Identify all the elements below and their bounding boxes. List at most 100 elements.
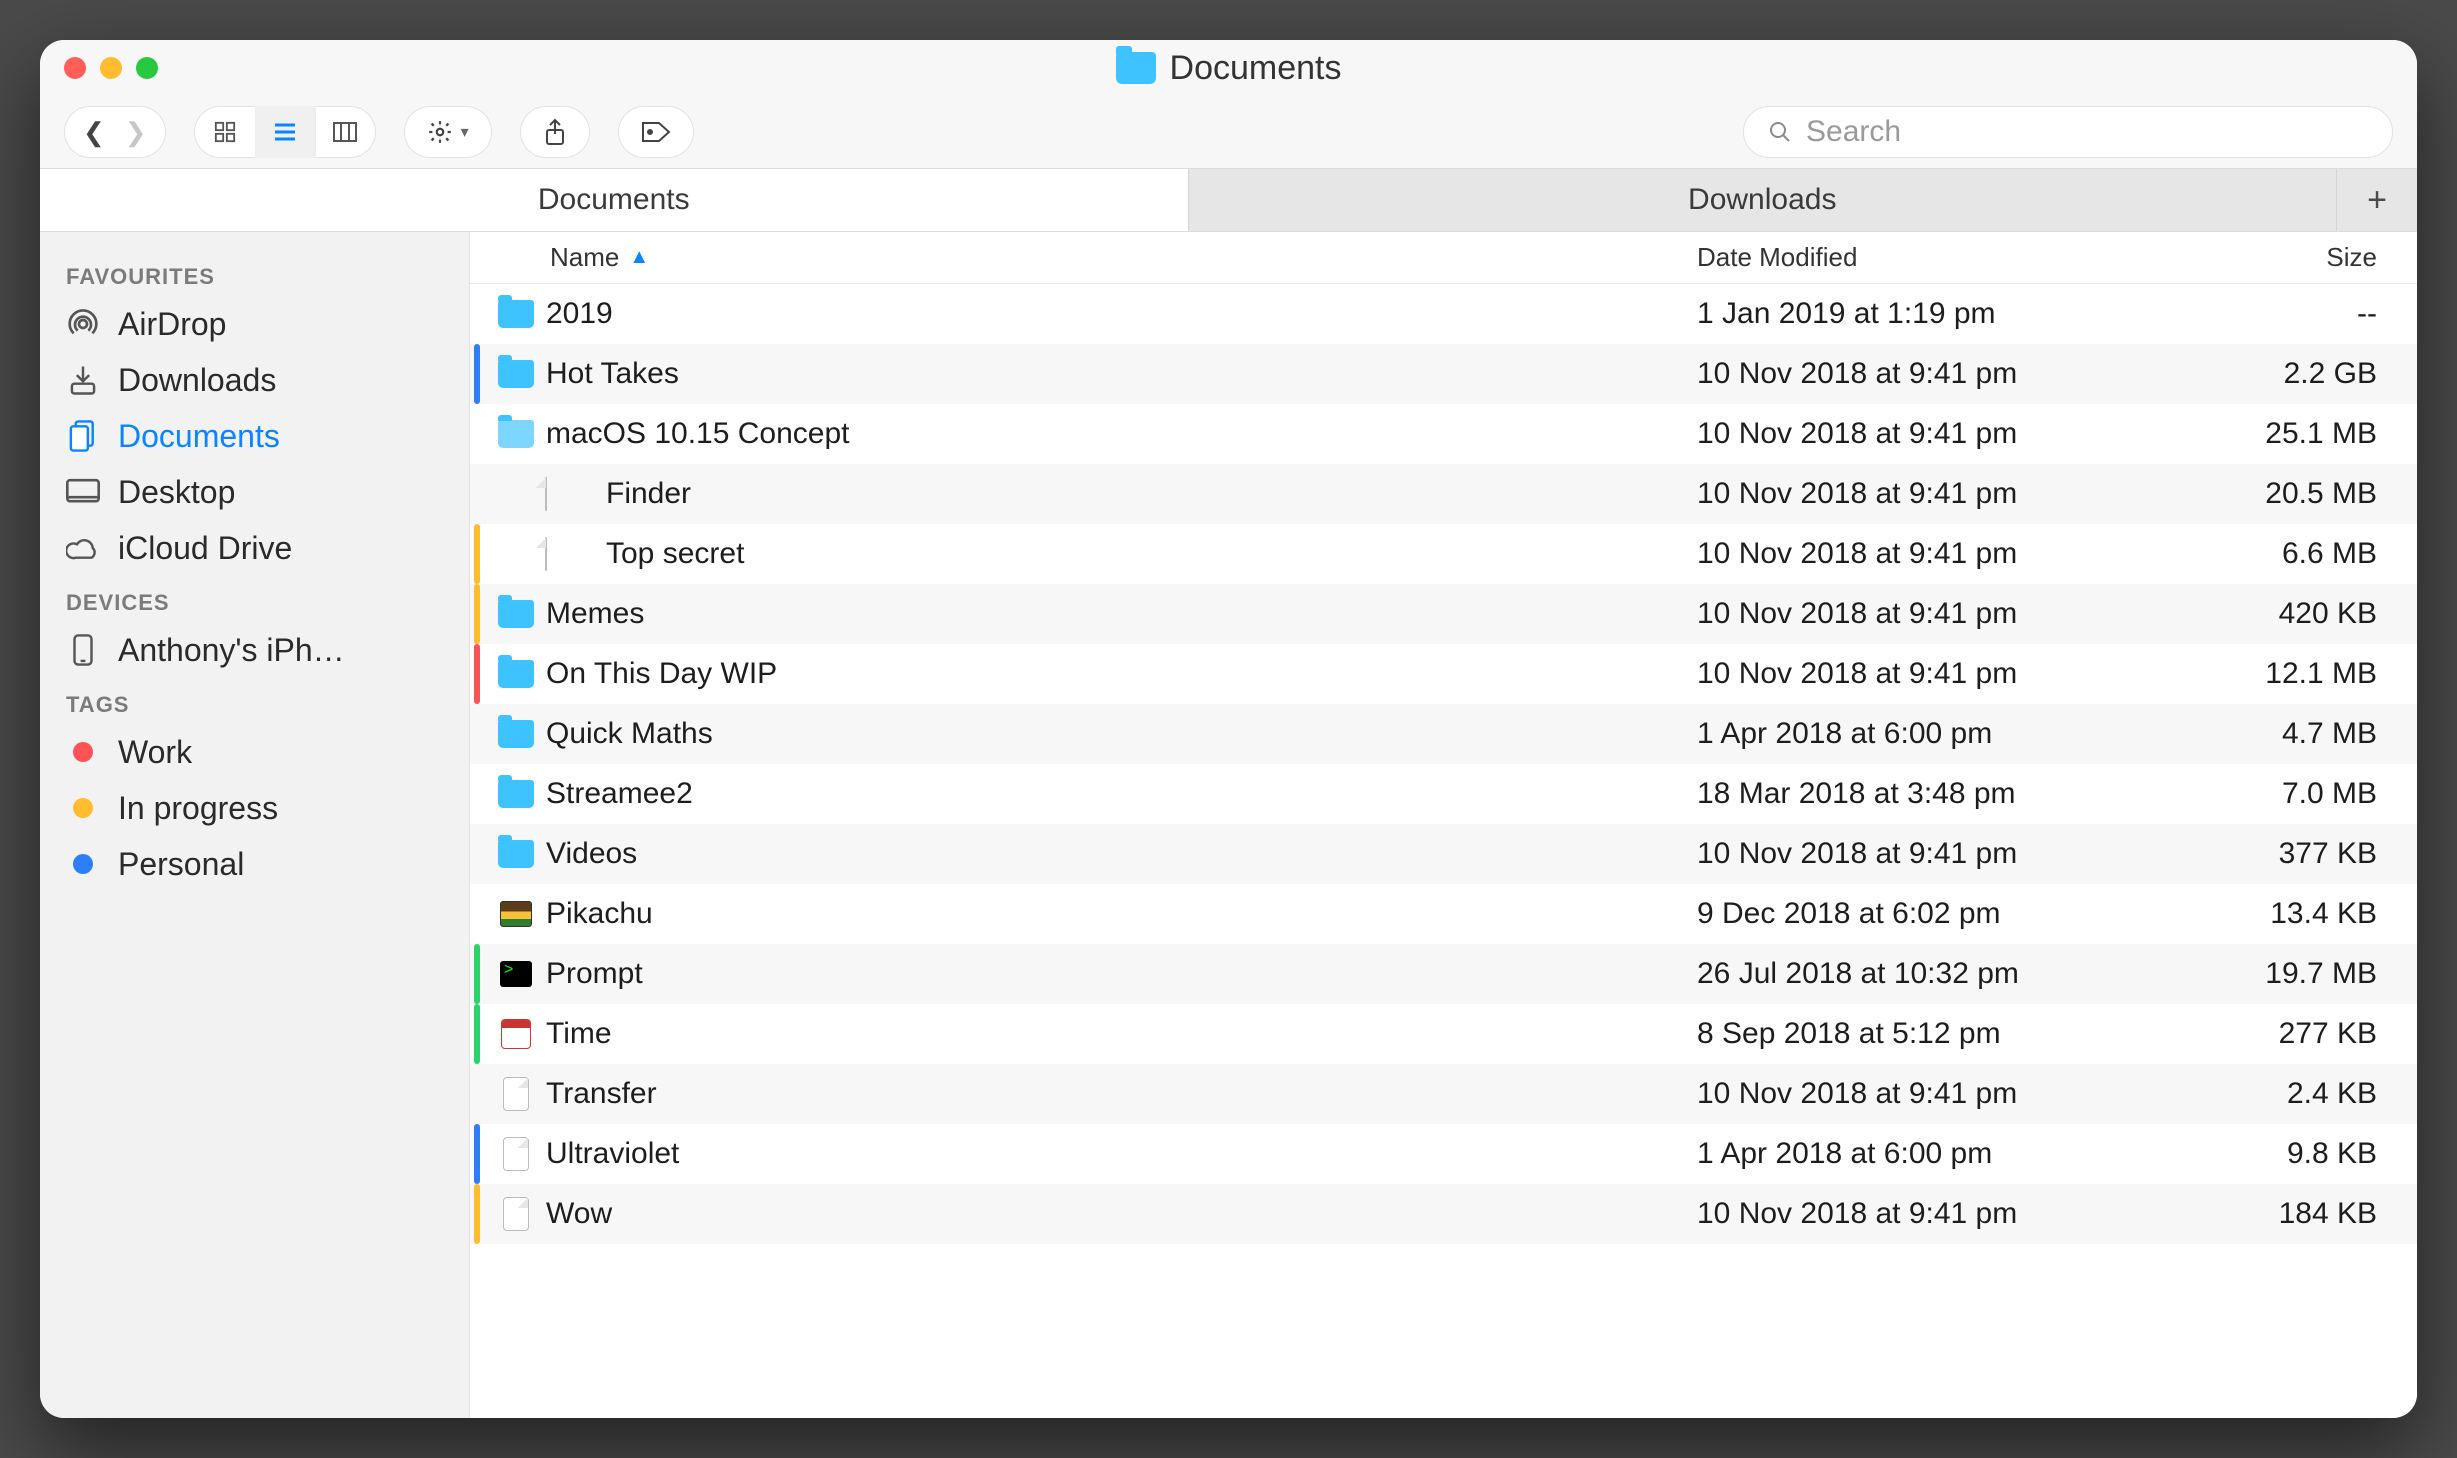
minimize-window-button[interactable] xyxy=(100,57,122,79)
file-row[interactable]: 20191 Jan 2019 at 1:19 pm-- xyxy=(470,284,2417,344)
new-tab-button[interactable]: + xyxy=(2337,169,2417,231)
airdrop-icon xyxy=(66,307,100,341)
sidebar-item-icloud-drive[interactable]: iCloud Drive xyxy=(40,520,469,576)
file-size: 4.7 MB xyxy=(2117,717,2377,751)
file-date: 10 Nov 2018 at 9:41 pm xyxy=(1697,657,2117,691)
file-name: 2019 xyxy=(546,297,613,331)
file-size: 12.1 MB xyxy=(2117,657,2377,691)
file-row[interactable]: On This Day WIP 10 Nov 2018 at 9:41 pm12.… xyxy=(470,644,2417,704)
calendar-icon xyxy=(501,1019,531,1049)
file-date: 10 Nov 2018 at 9:41 pm xyxy=(1697,357,2117,391)
sidebar-item-label: Work xyxy=(118,734,192,771)
phone-icon xyxy=(66,633,100,667)
file-name: Memes xyxy=(546,597,644,631)
toolbar: ❮ ❯ ▾ xyxy=(40,96,2417,168)
file-date: 26 Jul 2018 at 10:32 pm xyxy=(1697,957,2117,991)
folder-icon xyxy=(498,600,534,628)
file-name: Videos xyxy=(546,837,637,871)
tab-downloads[interactable]: Downloads xyxy=(1189,169,2338,231)
file-date: 10 Nov 2018 at 9:41 pm xyxy=(1697,1077,2117,1111)
tag-stripe xyxy=(474,284,480,344)
sidebar-item-label: iCloud Drive xyxy=(118,530,292,567)
sidebar-item-downloads[interactable]: Downloads xyxy=(40,352,469,408)
tag-stripe xyxy=(474,884,480,944)
tags-button[interactable] xyxy=(618,106,694,158)
file-row[interactable]: Wow10 Nov 2018 at 9:41 pm184 KB xyxy=(470,1184,2417,1244)
folder-icon xyxy=(498,780,534,808)
sidebar-device[interactable]: Anthony's iPh… xyxy=(40,622,469,678)
icon-view-button[interactable] xyxy=(195,106,255,158)
sidebar-item-label: Downloads xyxy=(118,362,276,399)
file-row[interactable]: macOS 10.15 Concept10 Nov 2018 at 9:41 p… xyxy=(470,404,2417,464)
file-row[interactable]: Ultraviolet1 Apr 2018 at 6:00 pm9.8 KB xyxy=(470,1124,2417,1184)
sidebar-tag-personal[interactable]: Personal xyxy=(40,836,469,892)
forward-button[interactable]: ❯ xyxy=(125,117,147,148)
file-row[interactable]: Memes10 Nov 2018 at 9:41 pm420 KB xyxy=(470,584,2417,644)
sidebar-section-favourites: FAVOURITES xyxy=(40,250,469,296)
file-row[interactable]: Top secret10 Nov 2018 at 9:41 pm6.6 MB xyxy=(470,524,2417,584)
close-window-button[interactable] xyxy=(64,57,86,79)
file-name: Top secret xyxy=(606,537,744,571)
search-input[interactable] xyxy=(1806,115,2368,149)
file-name: On This Day WIP xyxy=(546,657,777,691)
file-size: 2.4 KB xyxy=(2117,1077,2377,1111)
column-header-date[interactable]: Date Modified xyxy=(1697,242,2117,273)
sidebar-section-devices: DEVICES xyxy=(40,576,469,622)
zoom-window-button[interactable] xyxy=(136,57,158,79)
tag-stripe xyxy=(474,584,480,644)
file-size: 420 KB xyxy=(2117,597,2377,631)
file-date: 18 Mar 2018 at 3:48 pm xyxy=(1697,777,2117,811)
file-date: 10 Nov 2018 at 9:41 pm xyxy=(1697,477,2117,511)
column-header-name-label: Name xyxy=(550,242,619,273)
tab-documents[interactable]: Documents xyxy=(40,169,1189,231)
file-row[interactable]: Finder10 Nov 2018 at 9:41 pm20.5 MB xyxy=(470,464,2417,524)
file-row[interactable]: Time8 Sep 2018 at 5:12 pm277 KB xyxy=(470,1004,2417,1064)
file-row[interactable]: Hot Takes10 Nov 2018 at 9:41 pm2.2 GB xyxy=(470,344,2417,404)
chevron-down-icon: ▾ xyxy=(461,122,469,142)
file-size: 7.0 MB xyxy=(2117,777,2377,811)
sidebar-tag-work[interactable]: Work xyxy=(40,724,469,780)
file-row[interactable]: Transfer10 Nov 2018 at 9:41 pm2.4 KB xyxy=(470,1064,2417,1124)
tag-stripe xyxy=(474,824,480,884)
file-size: 19.7 MB xyxy=(2117,957,2377,991)
documents-icon xyxy=(66,419,100,453)
file-size: 377 KB xyxy=(2117,837,2377,871)
search-field[interactable] xyxy=(1743,106,2393,158)
file-name: Pikachu xyxy=(546,897,653,931)
file-size: 277 KB xyxy=(2117,1017,2377,1051)
file-date: 10 Nov 2018 at 9:41 pm xyxy=(1697,1197,2117,1231)
file-date: 10 Nov 2018 at 9:41 pm xyxy=(1697,417,2117,451)
list-view-button[interactable] xyxy=(255,106,315,158)
tag-stripe xyxy=(474,464,480,524)
tag-stripe xyxy=(474,344,480,404)
tag-color-icon xyxy=(66,791,100,825)
sidebar-item-label: Desktop xyxy=(118,474,235,511)
file-row[interactable]: Pikachu9 Dec 2018 at 6:02 pm13.4 KB xyxy=(470,884,2417,944)
file-row[interactable]: Prompt26 Jul 2018 at 10:32 pm19.7 MB xyxy=(470,944,2417,1004)
sidebar-item-label: In progress xyxy=(118,790,278,827)
share-button[interactable] xyxy=(520,106,590,158)
column-view-button[interactable] xyxy=(315,106,375,158)
file-name: Quick Maths xyxy=(546,717,713,751)
tag-stripe xyxy=(474,1064,480,1124)
file-row[interactable]: Videos10 Nov 2018 at 9:41 pm377 KB xyxy=(470,824,2417,884)
titlebar: Documents xyxy=(40,40,2417,96)
file-row[interactable]: Streamee2 18 Mar 2018 at 3:48 pm7.0 MB xyxy=(470,764,2417,824)
file-size: 6.6 MB xyxy=(2117,537,2377,571)
sidebar-item-airdrop[interactable]: AirDrop xyxy=(40,296,469,352)
folder-icon xyxy=(498,840,534,868)
sidebar-tag-in-progress[interactable]: In progress xyxy=(40,780,469,836)
column-header-size[interactable]: Size xyxy=(2117,242,2377,273)
back-button[interactable]: ❮ xyxy=(83,117,105,148)
column-headers: Name ▲ Date Modified Size xyxy=(470,232,2417,284)
file-date: 9 Dec 2018 at 6:02 pm xyxy=(1697,897,2117,931)
tag-stripe xyxy=(474,764,480,824)
action-menu-button[interactable]: ▾ xyxy=(404,106,492,158)
file-row[interactable]: Quick Maths1 Apr 2018 at 6:00 pm4.7 MB xyxy=(470,704,2417,764)
column-header-name[interactable]: Name ▲ xyxy=(550,242,1697,273)
finder-window: Documents ❮ ❯ ▾ xyxy=(40,40,2417,1418)
file-size: 9.8 KB xyxy=(2117,1137,2377,1171)
file-name: Streamee2 xyxy=(546,777,693,811)
sidebar-item-desktop[interactable]: Desktop xyxy=(40,464,469,520)
sidebar-item-documents[interactable]: Documents xyxy=(40,408,469,464)
